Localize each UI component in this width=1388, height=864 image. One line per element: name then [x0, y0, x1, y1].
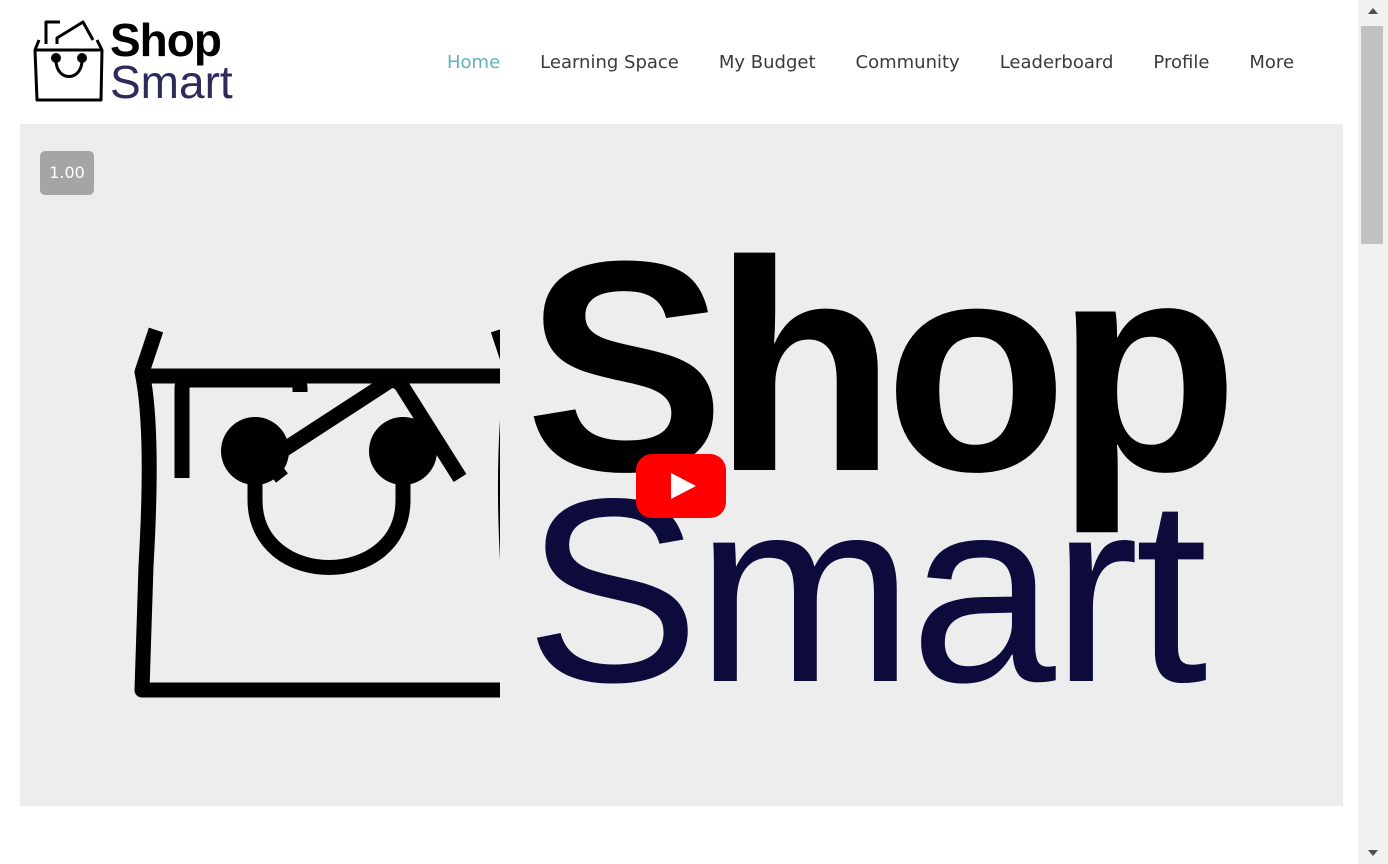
youtube-play-icon	[636, 454, 726, 518]
scroll-down-button[interactable]	[1358, 842, 1388, 864]
page: Shop Smart Home Learning Space My Budget…	[0, 0, 1388, 864]
scrollbar-thumb[interactable]	[1361, 26, 1383, 244]
arrow-down-icon	[1368, 850, 1378, 856]
page-scrollbar[interactable]	[1358, 0, 1388, 864]
video-player[interactable]: 1.00 Shop Smart	[20, 124, 1343, 806]
nav-leaderboard[interactable]: Leaderboard	[1000, 52, 1114, 73]
site-header: Shop Smart Home Learning Space My Budget…	[0, 0, 1358, 124]
logo-text-smart: Smart	[110, 56, 233, 108]
nav-profile[interactable]: Profile	[1153, 52, 1209, 73]
arrow-up-icon	[1368, 8, 1378, 14]
main-nav: Home Learning Space My Budget Community …	[447, 48, 1294, 76]
nav-my-budget[interactable]: My Budget	[719, 52, 816, 73]
site-logo[interactable]: Shop Smart	[33, 16, 258, 106]
shopping-bag-logo-icon	[33, 20, 104, 102]
nav-learning-space[interactable]: Learning Space	[540, 52, 679, 73]
shopping-bag-illustration-icon	[134, 327, 500, 698]
nav-home[interactable]: Home	[447, 52, 500, 73]
nav-community[interactable]: Community	[856, 52, 960, 73]
scroll-up-button[interactable]	[1358, 0, 1388, 22]
nav-more[interactable]: More	[1249, 52, 1294, 73]
playback-speed-badge[interactable]: 1.00	[40, 151, 94, 195]
video-title-smart: Smart	[525, 444, 1208, 737]
youtube-play-button[interactable]	[636, 454, 726, 518]
